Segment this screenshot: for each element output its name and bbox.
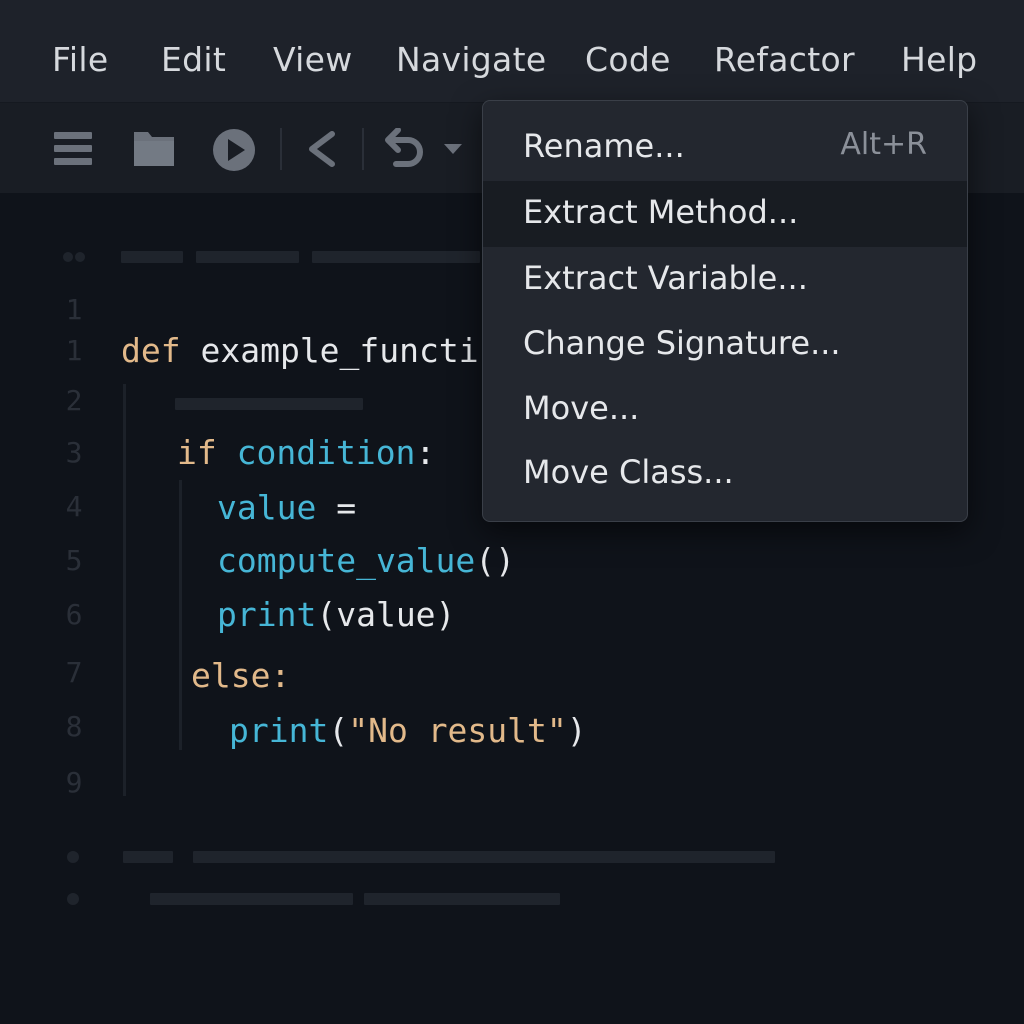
function-print: print: [229, 711, 329, 750]
menu-view[interactable]: View: [273, 40, 353, 79]
condition-name: condition: [216, 433, 416, 472]
keyword-if: if: [177, 433, 217, 472]
dropdown-arrow-icon[interactable]: [442, 142, 464, 156]
indent-guide: [179, 480, 182, 750]
open-paren: (: [328, 711, 349, 750]
line-number: 1: [65, 334, 83, 367]
line-number: 7: [65, 656, 83, 689]
code-line-print-value[interactable]: print(value): [217, 595, 455, 634]
print-args: (value): [316, 595, 456, 634]
shortcut-label: Alt+R: [840, 127, 927, 162]
line-number: 8: [65, 710, 83, 743]
placeholder-dot: [75, 252, 85, 262]
menu-item-label: Rename...: [523, 127, 685, 165]
function-print: print: [217, 595, 317, 634]
placeholder-dot: [63, 252, 73, 262]
toolbar-separator: [362, 128, 364, 170]
refactor-dropdown-menu: Rename... Alt+R Extract Method... Extrac…: [482, 100, 968, 522]
keyword-else: else:: [191, 656, 291, 695]
variable-value: value: [217, 488, 317, 527]
line-number: 6: [65, 598, 83, 631]
menu-bar: File Edit View Navigate Code Refactor He…: [0, 0, 1024, 103]
menu-item-label: Move Class...: [523, 453, 734, 491]
placeholder-dot: [67, 893, 79, 905]
call-parens: (): [475, 541, 516, 580]
indent-guide: [123, 384, 126, 796]
menu-help[interactable]: Help: [901, 40, 977, 79]
placeholder-bar: [175, 398, 363, 410]
code-line-print-result[interactable]: print("No result"): [229, 711, 587, 750]
placeholder-bar: [364, 893, 560, 905]
placeholder-bar: [123, 851, 173, 863]
menu-navigate[interactable]: Navigate: [396, 40, 546, 79]
menu-item-move[interactable]: Move...: [483, 377, 967, 443]
function-signature: example_functi: [180, 331, 479, 370]
menu-item-label: Extract Method...: [523, 193, 799, 231]
menu-refactor[interactable]: Refactor: [714, 40, 855, 79]
assign-operator: =: [316, 488, 357, 527]
menu-code[interactable]: Code: [585, 40, 671, 79]
undo-icon[interactable]: [384, 128, 424, 172]
menu-icon[interactable]: [54, 128, 92, 170]
colon: :: [415, 433, 436, 472]
menu-item-label: Move...: [523, 389, 640, 427]
menu-item-label: Change Signature...: [523, 324, 841, 362]
code-line-if[interactable]: if condition:: [177, 433, 435, 472]
menu-item-extract-method[interactable]: Extract Method...: [483, 181, 967, 247]
placeholder-bar: [196, 251, 299, 263]
menu-item-extract-variable[interactable]: Extract Variable...: [483, 247, 967, 313]
placeholder-dot: [67, 851, 79, 863]
function-compute-value: compute_value: [217, 541, 476, 580]
line-number: 5: [65, 544, 83, 577]
code-line-assign[interactable]: value =: [217, 488, 356, 527]
run-icon[interactable]: [212, 128, 256, 172]
line-number: 4: [65, 490, 83, 523]
back-icon[interactable]: [304, 128, 338, 170]
placeholder-bar: [193, 851, 775, 863]
placeholder-bar: [312, 251, 480, 263]
menu-edit[interactable]: Edit: [161, 40, 226, 79]
line-number: 1: [65, 293, 83, 326]
line-number: 9: [65, 766, 83, 799]
code-line-def[interactable]: def example_functi: [121, 331, 479, 370]
placeholder-bar: [121, 251, 183, 263]
code-line-compute[interactable]: compute_value(): [217, 541, 515, 580]
menu-item-change-signature[interactable]: Change Signature...: [483, 312, 967, 378]
line-number: 3: [65, 436, 83, 469]
keyword-def: def: [121, 331, 181, 370]
line-number: 2: [65, 384, 83, 417]
string-literal: "No result": [348, 711, 567, 750]
menu-file[interactable]: File: [52, 40, 108, 79]
placeholder-bar: [150, 893, 353, 905]
code-line-else[interactable]: else:: [191, 656, 290, 695]
menu-item-rename[interactable]: Rename... Alt+R: [483, 115, 967, 181]
close-paren: ): [566, 711, 587, 750]
menu-item-move-class[interactable]: Move Class...: [483, 441, 967, 507]
toolbar-separator: [280, 128, 282, 170]
folder-icon[interactable]: [134, 128, 174, 170]
menu-item-label: Extract Variable...: [523, 259, 808, 297]
